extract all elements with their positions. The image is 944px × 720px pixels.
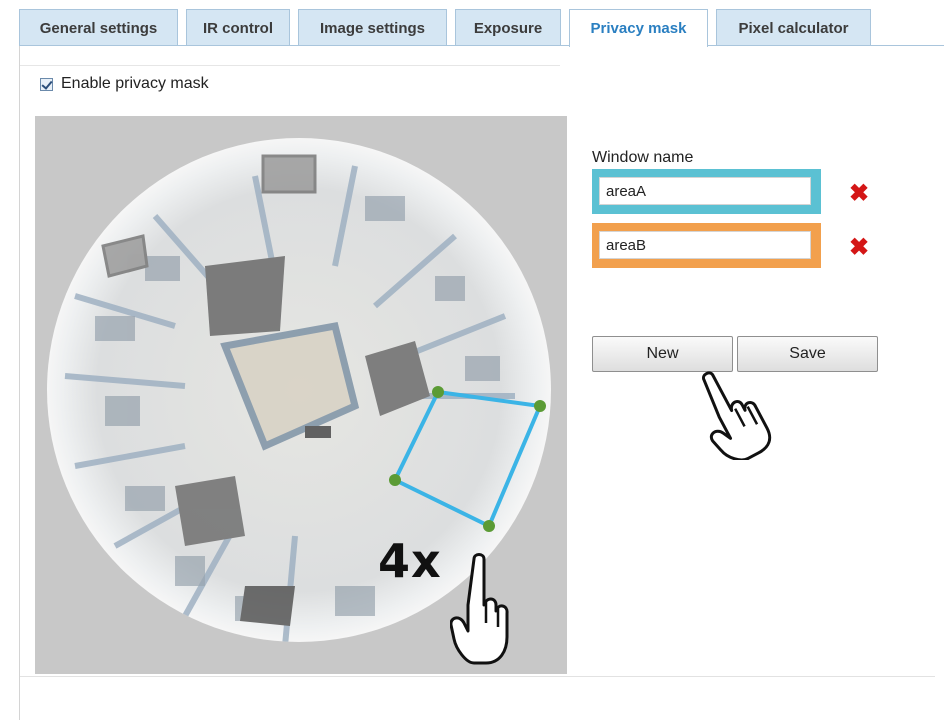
tab-pixel-calculator[interactable]: Pixel calculator — [716, 9, 871, 46]
tab-general-settings[interactable]: General settings — [19, 9, 178, 46]
delete-areaA-icon[interactable]: ✖ — [849, 182, 869, 206]
divider — [20, 65, 560, 66]
tab-bar: General settings IR control Image settin… — [0, 0, 944, 47]
mask-handle[interactable] — [483, 520, 495, 532]
delete-areaB-icon[interactable]: ✖ — [849, 236, 869, 260]
tab-image-settings[interactable]: Image settings — [298, 9, 447, 46]
hand-pointer-icon — [702, 371, 772, 460]
window-name-label: Window name — [592, 149, 694, 166]
tap-count-annotation: 4x — [378, 534, 442, 588]
tab-exposure[interactable]: Exposure — [455, 9, 561, 46]
divider — [20, 676, 935, 677]
hand-pointer-icon — [450, 553, 509, 665]
enable-privacy-mask-row[interactable]: Enable privacy mask — [40, 75, 209, 93]
tab-privacy-mask[interactable]: Privacy mask — [569, 9, 708, 47]
window-name-input-areaB[interactable] — [599, 231, 811, 259]
mask-handle[interactable] — [534, 400, 546, 412]
mask-handle[interactable] — [432, 386, 444, 398]
mask-window-row-areaB — [592, 223, 821, 268]
enable-privacy-mask-label: Enable privacy mask — [61, 75, 209, 92]
mask-window-row-areaA — [592, 169, 821, 214]
enable-privacy-mask-checkbox[interactable] — [40, 77, 53, 91]
privacy-mask-panel: Enable privacy mask 4x Window name areaA… — [19, 46, 944, 720]
mask-handle[interactable] — [389, 474, 401, 486]
window-name-input-areaA[interactable] — [599, 177, 811, 205]
tab-ir-control[interactable]: IR control — [186, 9, 290, 46]
